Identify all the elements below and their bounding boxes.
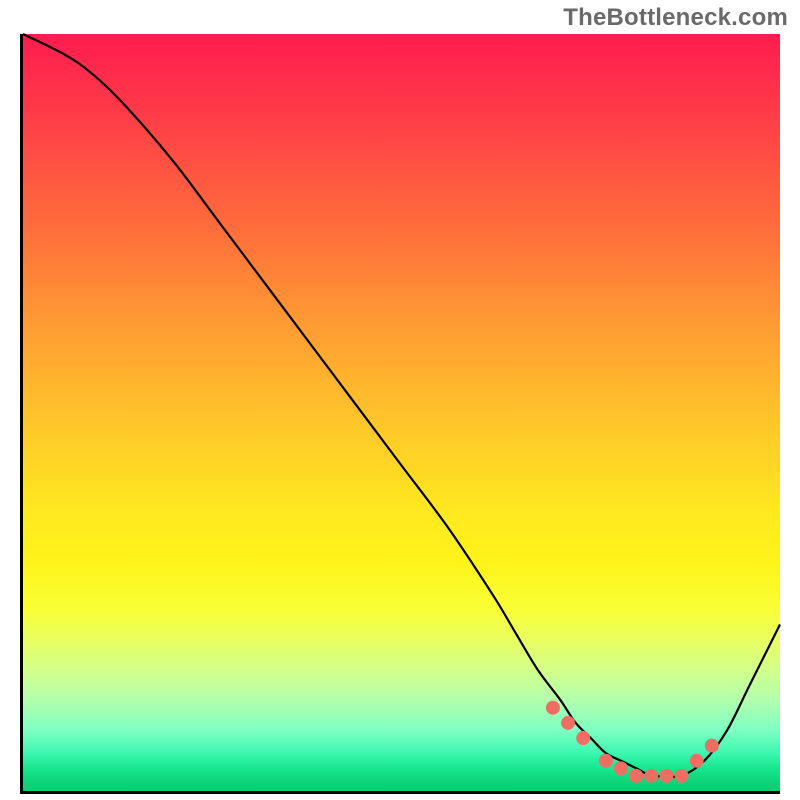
plot-area	[20, 34, 780, 794]
highlight-dot	[690, 754, 703, 767]
watermark-text: TheBottleneck.com	[563, 4, 788, 32]
highlight-dot	[599, 754, 612, 767]
highlight-dot	[615, 762, 628, 775]
bottleneck-curve	[23, 34, 780, 777]
highlight-dot	[630, 769, 643, 782]
highlight-dot	[675, 769, 688, 782]
highlight-dot	[577, 732, 590, 745]
chart-stage: TheBottleneck.com	[0, 0, 800, 800]
highlight-dot	[546, 701, 559, 714]
highlight-dot	[660, 769, 673, 782]
highlight-dot	[645, 769, 658, 782]
curve-svg	[23, 34, 780, 791]
highlight-dot	[705, 739, 718, 752]
highlight-dot	[562, 716, 575, 729]
